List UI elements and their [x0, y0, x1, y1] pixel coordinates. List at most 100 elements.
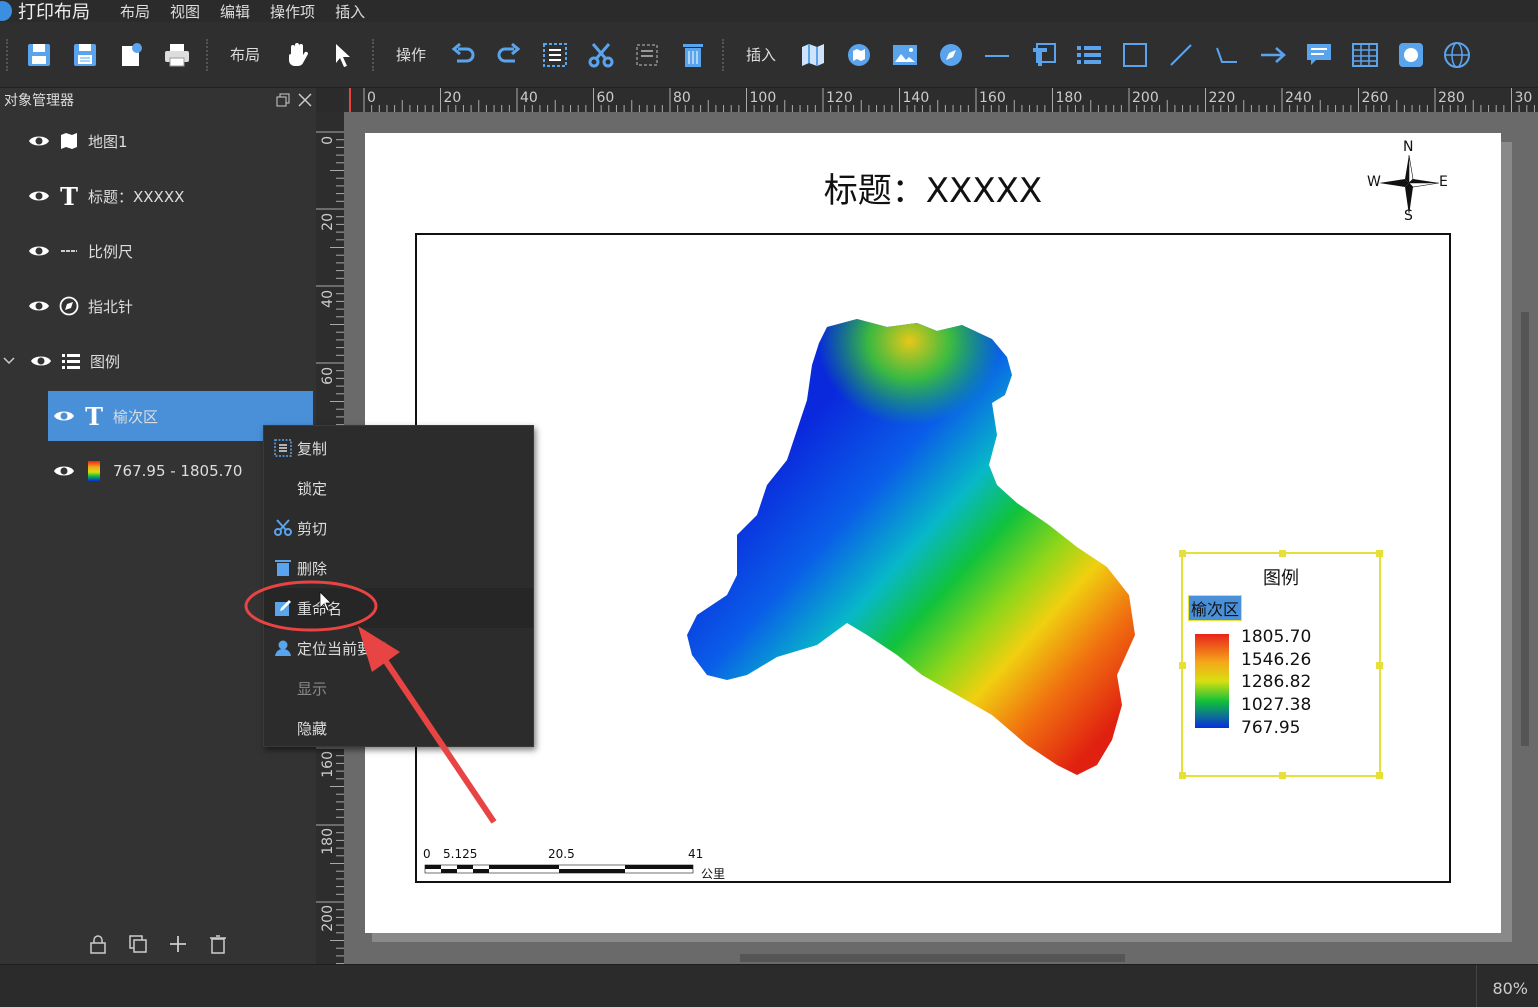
scale-unit: 公里 — [701, 867, 726, 881]
eye-icon[interactable] — [53, 409, 75, 423]
horizontal-scrollbar[interactable] — [740, 954, 1125, 962]
ctx-cut-label: 剪切 — [297, 519, 328, 538]
layer-item-title[interactable]: T 标题：XXXXX — [28, 171, 184, 221]
toolbar-separator — [372, 38, 376, 71]
restore-window-icon[interactable] — [276, 93, 290, 107]
insert-overview-button[interactable] — [838, 34, 880, 76]
lock-icon[interactable] — [87, 933, 109, 955]
insert-legend-button[interactable] — [1068, 34, 1110, 76]
insert-arrow-button[interactable] — [1252, 34, 1294, 76]
insert-rectangle-button[interactable] — [1114, 34, 1156, 76]
menu-layout[interactable]: 布局 — [120, 1, 150, 22]
insert-table-button[interactable] — [1344, 34, 1386, 76]
scale-label-1: 5.125 — [443, 847, 478, 861]
close-icon[interactable] — [298, 93, 312, 107]
menu-operations[interactable]: 操作项 — [270, 1, 315, 22]
zoom-level[interactable]: 80% — [1492, 979, 1528, 998]
insert-shape-button[interactable] — [1390, 34, 1432, 76]
save-icon — [28, 43, 50, 66]
insert-legend-icon — [1077, 45, 1102, 64]
selection-handle[interactable] — [1279, 772, 1286, 779]
scale-label-0: 0 — [423, 847, 431, 861]
context-menu: 复制 锁定 剪切 删除 重命名 定位当前要素 显示 隐藏 — [263, 425, 534, 747]
pan-button[interactable] — [276, 34, 318, 76]
layer-item-north-arrow[interactable]: 指北针 — [28, 281, 133, 331]
ctx-locate[interactable]: 定位当前要素 — [264, 628, 533, 668]
legend-layer-name[interactable]: 榆次区 — [1187, 595, 1243, 621]
ruler-label: 220 — [1209, 90, 1236, 106]
ctx-rename-label: 重命名 — [297, 599, 343, 618]
undo-button[interactable] — [442, 34, 484, 76]
ruler-label: 280 — [1438, 90, 1465, 106]
duplicate-icon[interactable] — [127, 933, 149, 955]
pan-hand-icon — [289, 42, 309, 66]
delete-button[interactable] — [672, 34, 714, 76]
insert-callout-button[interactable] — [1298, 34, 1340, 76]
eye-icon[interactable] — [30, 354, 52, 368]
eye-icon[interactable] — [28, 299, 50, 313]
app-title-text: 打印布局 — [18, 2, 90, 23]
toolbar-separator — [6, 38, 10, 71]
selection-handle[interactable] — [1179, 550, 1186, 557]
menu-insert[interactable]: 插入 — [335, 1, 365, 22]
vertical-scrollbar[interactable] — [1521, 312, 1529, 746]
select-button[interactable] — [322, 34, 364, 76]
selection-handle[interactable] — [1376, 772, 1383, 779]
ctx-hide[interactable]: 隐藏 — [264, 708, 533, 748]
layout-page[interactable]: 标题：XXXXX N S W E 0 5.125 20.5 41 公里 图例 榆… — [365, 133, 1501, 933]
ctx-lock[interactable]: 锁定 — [264, 468, 533, 508]
layer-item-color-ramp[interactable]: 767.95 - 1805.70 — [53, 446, 242, 496]
insert-map-button[interactable] — [792, 34, 834, 76]
eye-icon[interactable] — [28, 244, 50, 258]
print-button[interactable] — [156, 34, 198, 76]
legend-box[interactable]: 图例 榆次区 1805.70 1546.26 1286.82 1027.38 7… — [1179, 550, 1383, 779]
insert-globe-button[interactable] — [1436, 34, 1478, 76]
ctx-delete[interactable]: 删除 — [264, 548, 533, 588]
save-button[interactable] — [18, 34, 60, 76]
insert-text-button[interactable] — [1022, 34, 1064, 76]
cut-button[interactable] — [580, 34, 622, 76]
layer-item-map[interactable]: 地图1 — [28, 116, 128, 166]
ctx-hide-label: 隐藏 — [297, 719, 328, 738]
copy-button[interactable] — [534, 34, 576, 76]
insert-line-button[interactable] — [1160, 34, 1202, 76]
menu-view[interactable]: 视图 — [170, 1, 200, 22]
layer-item-legend[interactable]: 图例 — [0, 336, 120, 386]
page-settings-button[interactable] — [110, 34, 152, 76]
eye-icon[interactable] — [53, 464, 75, 478]
insert-north-arrow-button[interactable] — [930, 34, 972, 76]
paste-button[interactable] — [626, 34, 668, 76]
ruler-label: 0 — [367, 90, 376, 106]
add-icon[interactable] — [167, 933, 189, 955]
legend-value-2: 1286.82 — [1241, 672, 1312, 692]
ruler-label: 60 — [597, 90, 615, 106]
ctx-cut[interactable]: 剪切 — [264, 508, 533, 548]
layer-item-scale-bar[interactable]: 比例尺 — [28, 226, 133, 276]
legend-value-4: 767.95 — [1241, 718, 1301, 738]
copy-icon — [274, 439, 292, 457]
select-arrow-icon — [336, 43, 351, 67]
save-as-button[interactable] — [64, 34, 106, 76]
selection-handle[interactable] — [1179, 662, 1186, 669]
selection-handle[interactable] — [1179, 772, 1186, 779]
eye-icon[interactable] — [28, 189, 50, 203]
selection-handle[interactable] — [1279, 550, 1286, 557]
map-title[interactable]: 标题：XXXXX — [365, 163, 1501, 212]
scale-label-3: 41 — [688, 847, 704, 861]
scale-bar[interactable]: 0 5.125 20.5 41 公里 — [423, 847, 733, 881]
insert-polyline-button[interactable] — [1206, 34, 1248, 76]
selection-handle[interactable] — [1376, 662, 1383, 669]
north-arrow[interactable]: N S W E — [1365, 139, 1455, 227]
insert-scale-bar-icon — [985, 54, 1010, 57]
menu-edit[interactable]: 编辑 — [220, 1, 250, 22]
eye-icon[interactable] — [28, 134, 50, 148]
insert-image-button[interactable] — [884, 34, 926, 76]
redo-button[interactable] — [488, 34, 530, 76]
chevron-down-icon[interactable] — [2, 354, 16, 368]
ctx-copy[interactable]: 复制 — [264, 428, 533, 468]
selection-handle[interactable] — [1376, 550, 1383, 557]
trash-icon[interactable] — [207, 933, 229, 955]
ruler-label: 100 — [750, 90, 777, 106]
ctx-rename[interactable]: 重命名 — [264, 588, 533, 628]
insert-scale-bar-button[interactable] — [976, 34, 1018, 76]
